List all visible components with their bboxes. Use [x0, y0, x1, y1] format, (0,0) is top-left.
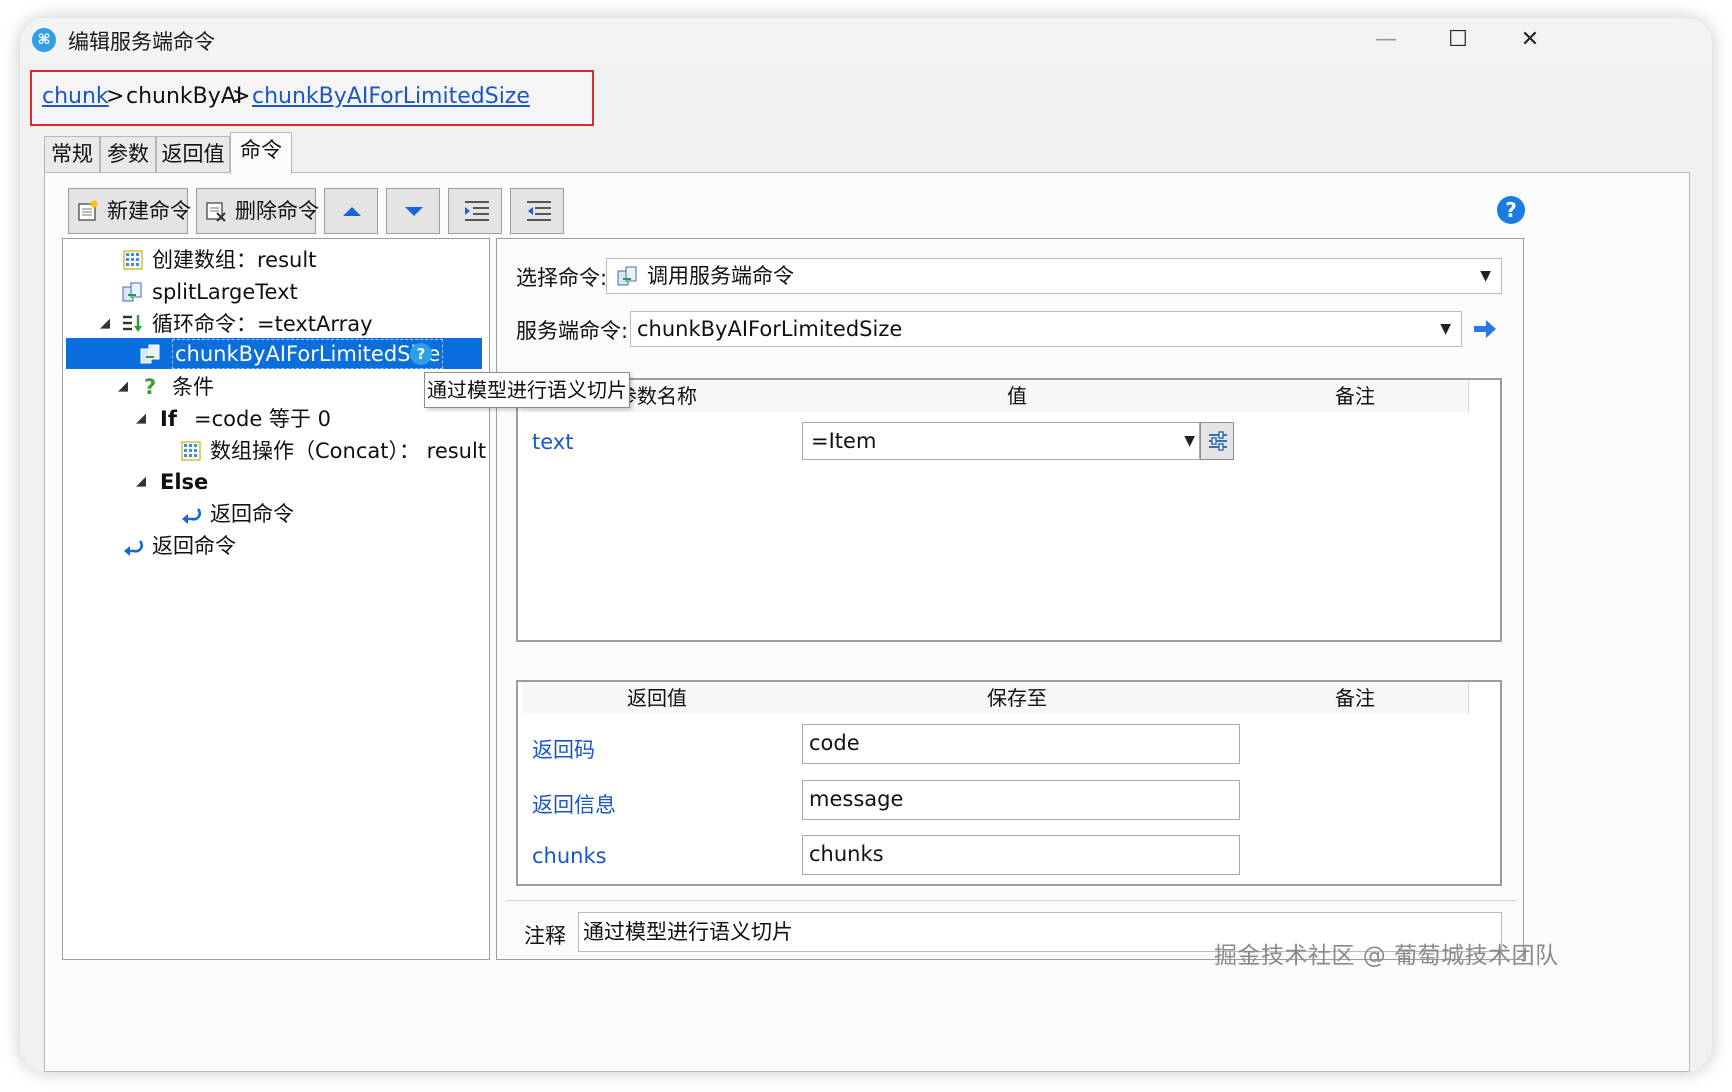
tab-general[interactable]: 常规 [44, 136, 100, 172]
tree-expand-icon[interactable]: ◢ [136, 467, 146, 497]
tree-item-label: 创建数组：result [152, 248, 317, 272]
indent-icon [465, 201, 489, 221]
return-icon [182, 508, 202, 524]
move-up-button[interactable] [324, 188, 378, 234]
chevron-down-icon: ▼ [1440, 321, 1451, 337]
divider [506, 900, 1516, 901]
maximize-button[interactable]: ☐ [1428, 20, 1488, 60]
new-command-button[interactable]: 新建命令 [68, 188, 191, 234]
close-icon: ✕ [1520, 27, 1540, 52]
delete-command-label: 删除命令 [235, 199, 319, 223]
app-logo-icon: ⌘ [32, 28, 56, 52]
tree-item-label: 循环命令：=textArray [152, 312, 373, 336]
tree-expand-icon[interactable]: ◢ [100, 309, 110, 339]
tab-command[interactable]: 命令 [230, 132, 292, 174]
navigate-arrow-icon[interactable] [1472, 318, 1498, 340]
settings-sliders-icon [1209, 431, 1227, 451]
arrow-down-icon [405, 207, 423, 216]
param-value-text: =Item [811, 429, 877, 453]
loop-icon [123, 315, 142, 332]
move-down-button[interactable] [386, 188, 440, 234]
breadcrumb-item-chunk[interactable]: chunk [42, 84, 109, 109]
breadcrumb-separator: > [232, 84, 251, 109]
title-bar[interactable]: ⌘ 编辑服务端命令 — ☐ ✕ [20, 18, 1712, 64]
param-value-dropdown[interactable]: =Item ▼ [802, 422, 1200, 460]
breadcrumb-item-chunkbyai: chunkByAI [126, 84, 243, 109]
tree-item-detail: =code 等于 0 [194, 407, 331, 431]
return-save-to-code[interactable]: code [802, 724, 1240, 764]
formula-edit-button[interactable] [1200, 422, 1234, 460]
minimize-icon: — [1375, 27, 1397, 52]
select-command-value: 调用服务端命令 [647, 264, 794, 288]
tooltip: 通过模型进行语义切片 [424, 372, 630, 408]
help-icon[interactable]: ? [1497, 196, 1525, 224]
server-command-dropdown[interactable]: chunkByAIForLimitedSize ▼ [630, 311, 1462, 347]
tree-item-label: splitLargeText [152, 280, 298, 304]
chevron-down-icon: ▼ [1480, 268, 1491, 284]
tree-item-label: chunkByAIForLimitedSize [172, 339, 444, 369]
tree-item-label: Else [160, 470, 209, 494]
tab-params[interactable]: 参数 [100, 136, 156, 172]
tree-item-label: 数组操作（Concat）： result [210, 439, 487, 463]
indent-button[interactable] [448, 188, 502, 234]
server-command-icon [122, 282, 142, 302]
return-name-code: 返回码 [532, 738, 595, 762]
arrow-up-icon [343, 207, 361, 216]
returns-grid: 返回值 保存至 备注 返回码 code 返回信息 message chunks … [516, 680, 1502, 886]
maximize-icon: ☐ [1448, 27, 1468, 52]
param-name-text: text [532, 430, 574, 454]
new-command-label: 新建命令 [107, 199, 191, 223]
server-command-value: chunkByAIForLimitedSize [637, 317, 903, 341]
comment-label: 注释 [524, 924, 566, 948]
chevron-down-icon: ▼ [1184, 433, 1195, 449]
new-command-icon [78, 200, 98, 221]
minimize-button[interactable]: — [1356, 20, 1416, 60]
tree-item-label: 返回命令 [152, 534, 236, 558]
params-header-value: 值 [792, 380, 1243, 412]
tree-item-label: 返回命令 [210, 502, 294, 526]
params-grid: 参数名称 值 备注 text =Item ▼ [516, 378, 1502, 642]
select-command-label: 选择命令: [516, 266, 608, 290]
returns-header-name: 返回值 [522, 682, 793, 714]
array-icon [123, 250, 143, 270]
tree-item-label: If [160, 407, 177, 431]
close-button[interactable]: ✕ [1500, 20, 1560, 60]
outdent-icon [527, 201, 551, 221]
params-header-note: 备注 [1242, 380, 1469, 412]
watermark: 掘金技术社区 @ 葡萄城技术团队 [1214, 943, 1559, 969]
outdent-button[interactable] [510, 188, 564, 234]
returns-header-note: 备注 [1242, 682, 1469, 714]
condition-icon: ? [144, 375, 157, 399]
breadcrumb-separator: > [106, 84, 125, 109]
array-icon [181, 441, 201, 461]
select-command-dropdown[interactable]: 调用服务端命令 ▼ [606, 258, 1502, 294]
tree-item-label: 条件 [172, 375, 214, 399]
breadcrumb-item-current[interactable]: chunkByAIForLimitedSize [252, 84, 530, 109]
return-name-chunks: chunks [532, 844, 607, 868]
return-name-message: 返回信息 [532, 793, 616, 817]
server-command-label: 服务端命令: [516, 319, 629, 343]
help-icon[interactable]: ? [410, 343, 432, 365]
tree-expand-icon[interactable]: ◢ [118, 372, 128, 402]
return-icon [124, 540, 144, 556]
window-title: 编辑服务端命令 [68, 30, 215, 54]
delete-command-button[interactable]: 删除命令 [196, 188, 319, 234]
server-command-icon [140, 344, 160, 364]
return-save-to-chunks[interactable]: chunks [802, 835, 1240, 875]
return-save-to-message[interactable]: message [802, 780, 1240, 820]
tab-return-value[interactable]: 返回值 [156, 136, 230, 172]
delete-command-icon [206, 202, 226, 222]
server-command-icon [617, 266, 637, 286]
breadcrumb: chunk > chunkByAI > chunkByAIForLimitedS… [30, 70, 594, 126]
returns-header-save-to: 保存至 [792, 682, 1243, 714]
tree-expand-icon[interactable]: ◢ [136, 404, 146, 434]
